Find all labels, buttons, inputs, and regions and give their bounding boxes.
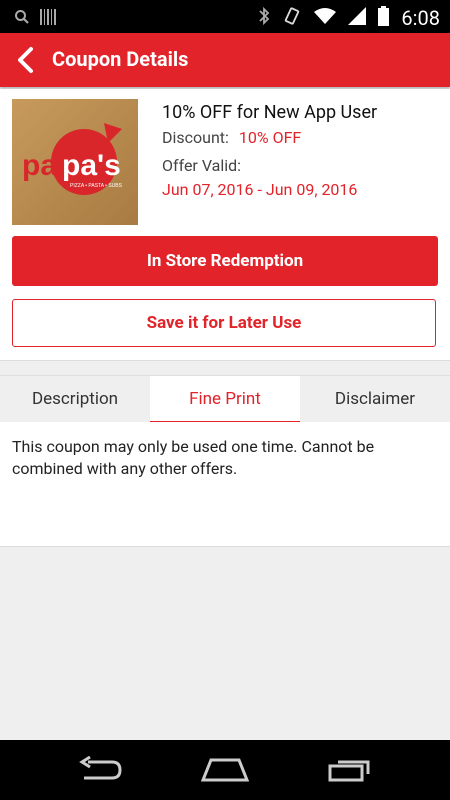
detail-tabs: Description Fine Print Disclaimer <box>0 375 450 423</box>
discount-value: 10% OFF <box>238 128 302 147</box>
chevron-left-icon <box>18 47 33 73</box>
fine-print-text: This coupon may only be used one time. C… <box>12 437 375 478</box>
status-left-icons <box>14 8 56 30</box>
barcode-icon <box>40 8 56 30</box>
page-title: Coupon Details <box>52 47 189 71</box>
status-right-icons: 6:08 <box>258 6 440 30</box>
tab-fine-print[interactable]: Fine Print <box>150 376 300 423</box>
back-button[interactable] <box>12 45 42 75</box>
svg-text:pa: pa <box>22 149 57 182</box>
coupon-title: 10% OFF for New App User <box>162 102 378 123</box>
discount-row: Discount: 10% OFF <box>162 128 301 147</box>
back-nav-icon[interactable] <box>78 755 122 786</box>
tab-description[interactable]: Description <box>0 376 150 422</box>
clock: 6:08 <box>401 6 440 30</box>
tab-content: This coupon may only be used one time. C… <box>0 422 450 547</box>
recents-nav-icon[interactable] <box>328 756 372 786</box>
in-store-redemption-button[interactable]: In Store Redemption <box>12 236 438 286</box>
svg-text:PIZZA • PASTA • SUBS: PIZZA • PASTA • SUBS <box>70 183 123 189</box>
vibrate-icon <box>282 6 302 30</box>
system-nav-bar <box>0 740 450 800</box>
search-icon <box>14 9 30 29</box>
app-bar: Coupon Details <box>0 33 450 87</box>
coupon-card: pa pa's PIZZA • PASTA • SUBS 10% OFF for… <box>0 89 450 361</box>
status-bar: 6:08 <box>0 0 450 33</box>
discount-label: Discount: <box>162 128 229 147</box>
battery-icon <box>378 6 390 30</box>
merchant-logo: pa pa's PIZZA • PASTA • SUBS <box>12 99 138 225</box>
offer-valid-dates: Jun 07, 2016 - Jun 09, 2016 <box>162 180 358 199</box>
signal-icon <box>348 7 367 29</box>
tab-disclaimer[interactable]: Disclaimer <box>300 376 450 422</box>
home-nav-icon[interactable] <box>200 756 250 786</box>
svg-text:pa's: pa's <box>62 149 121 182</box>
bluetooth-icon <box>258 6 270 30</box>
wifi-icon <box>314 7 337 29</box>
offer-valid-label: Offer Valid: <box>162 156 242 175</box>
save-for-later-button[interactable]: Save it for Later Use <box>12 299 436 347</box>
